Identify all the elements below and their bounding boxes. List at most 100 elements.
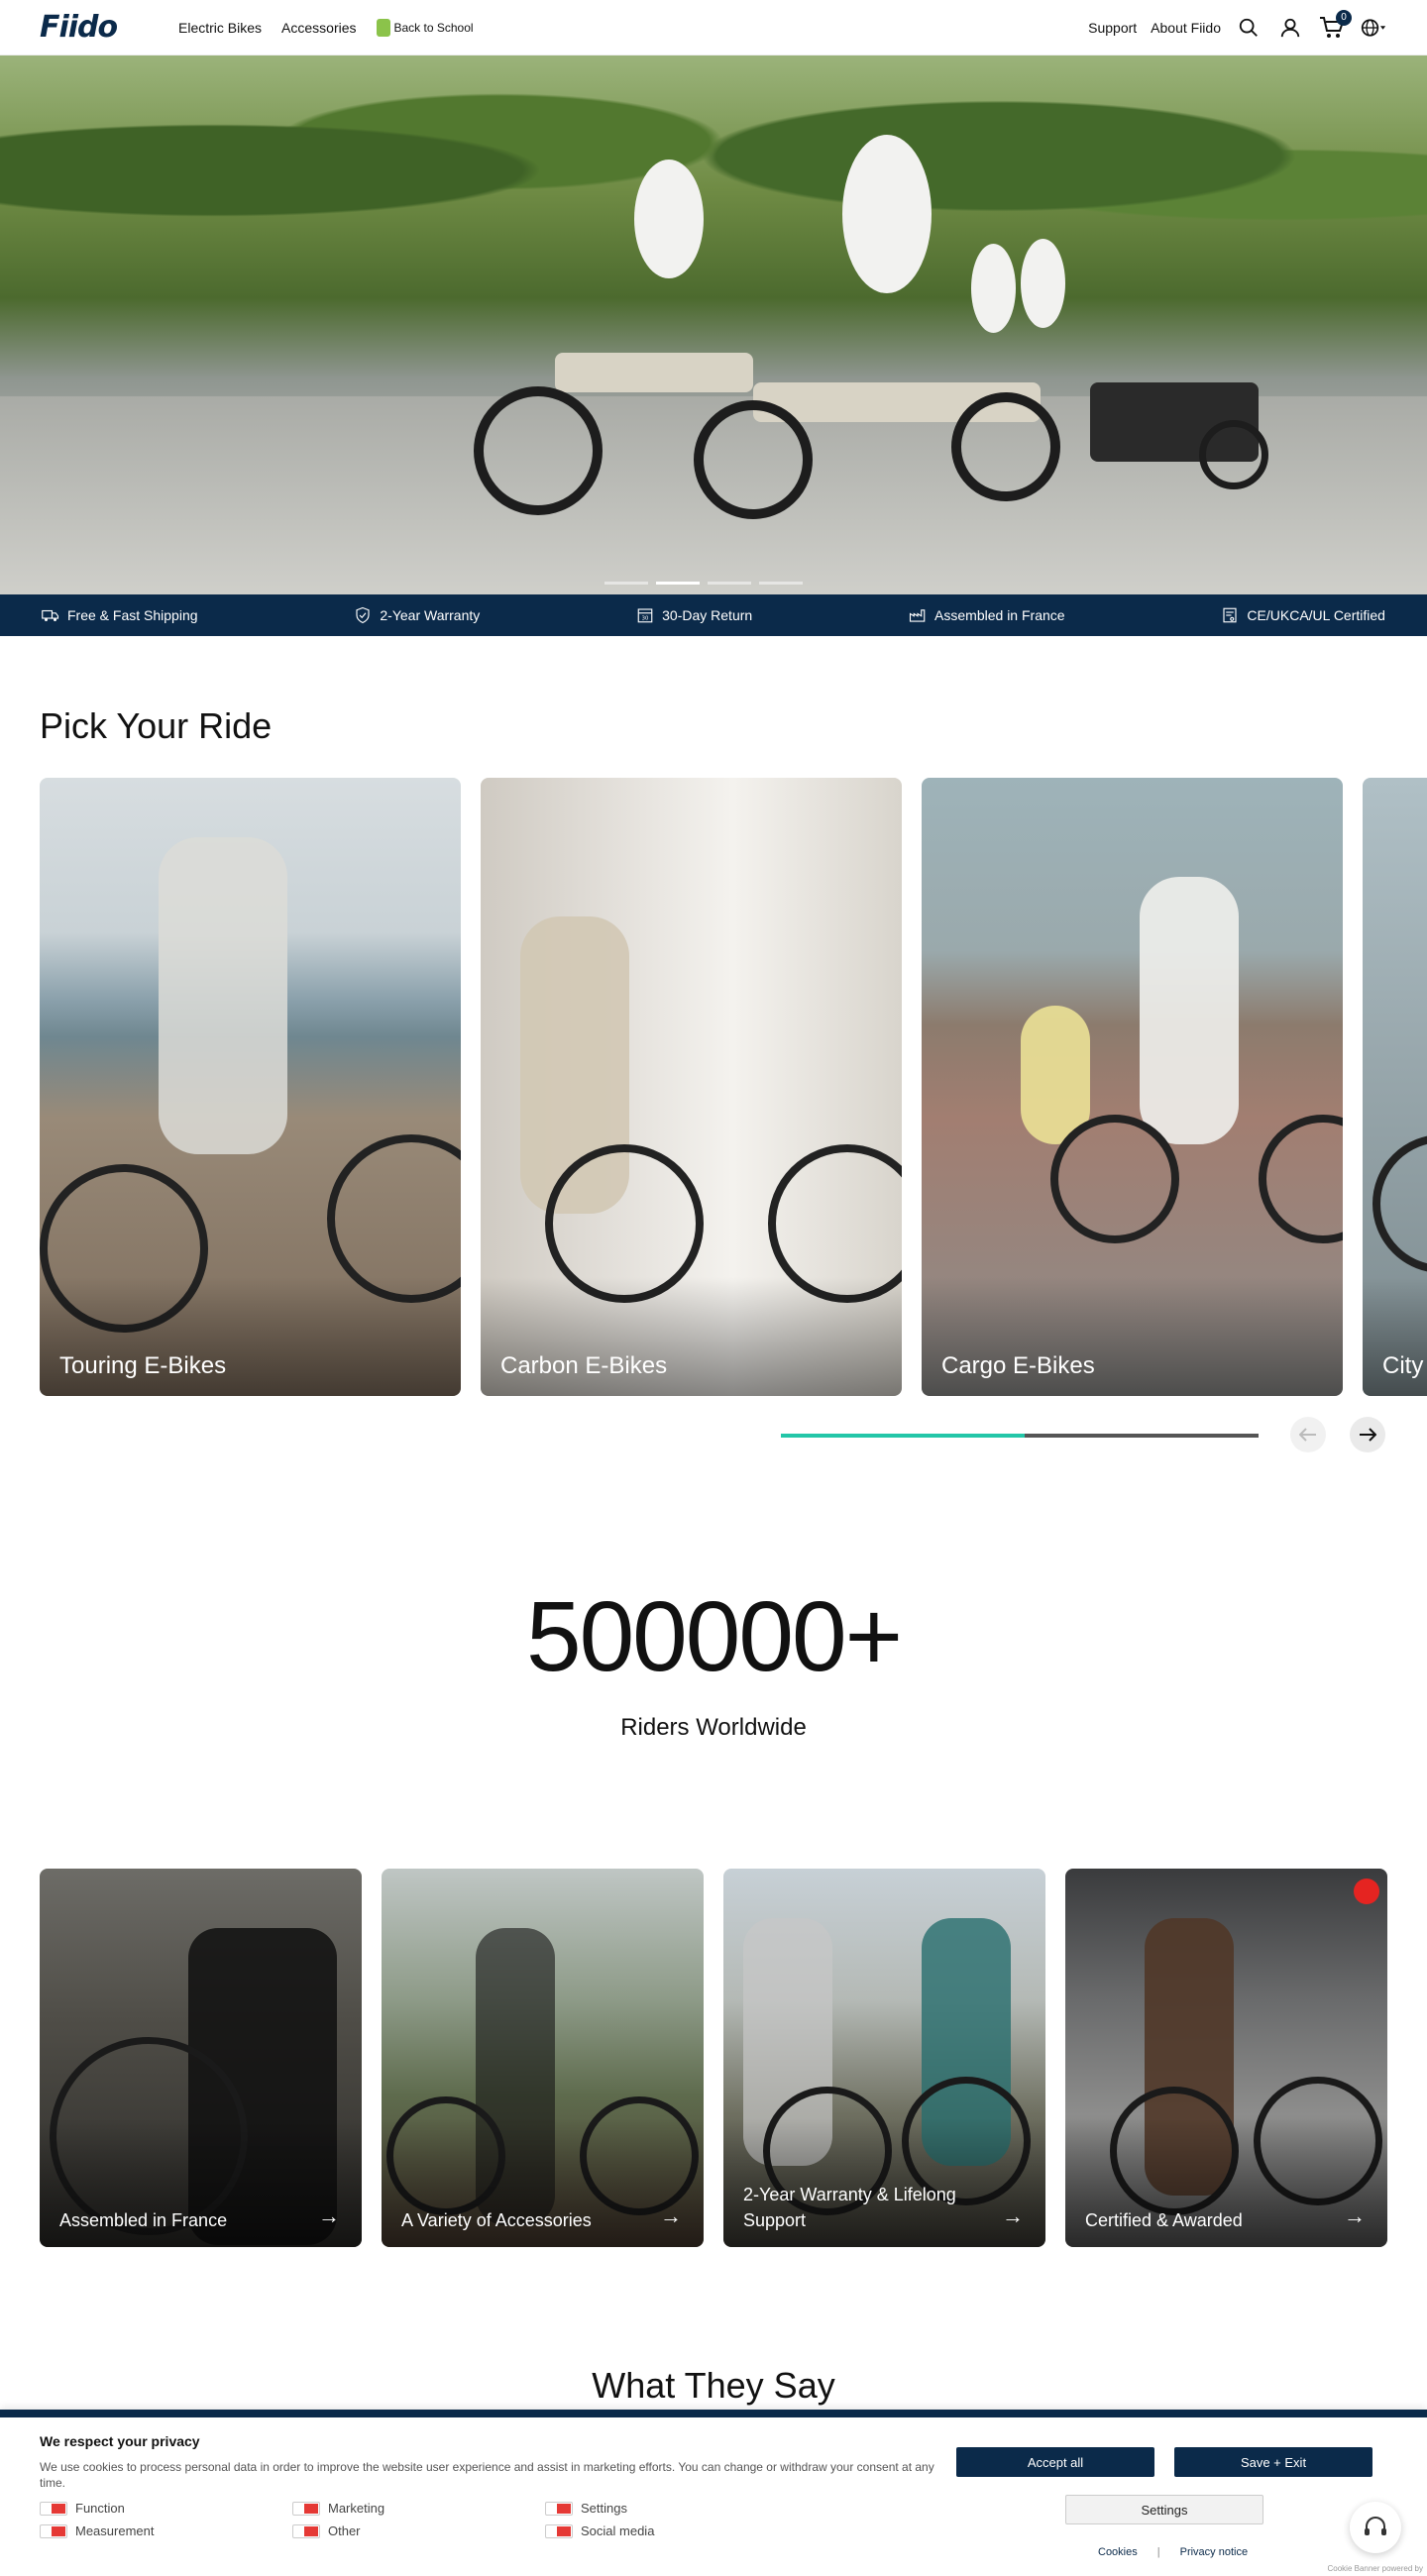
feature-return: 30 30-Day Return [636, 606, 752, 624]
carousel-prev-button[interactable] [1290, 1417, 1326, 1452]
hero-background-trees [0, 55, 1427, 343]
feature-assembled: Assembled in France [909, 606, 1065, 624]
rider-figure [1140, 877, 1239, 1144]
hero-rider-woman [634, 160, 704, 278]
carousel-progress-fill [781, 1434, 1025, 1438]
cookie-text: We use cookies to process personal data … [40, 2460, 934, 2490]
testimonials-title: What They Say [592, 2365, 835, 2406]
support-chat-button[interactable] [1350, 2502, 1401, 2553]
truck-icon [42, 609, 59, 621]
toggle-label: Marketing [328, 2501, 385, 2516]
value-card-certified[interactable]: Certified & Awarded → [1065, 1869, 1387, 2247]
ride-card-label: Carbon E-Bikes [500, 1352, 668, 1379]
ride-card-label: Cargo E-Bikes [941, 1352, 1095, 1379]
hero-banner[interactable] [0, 55, 1427, 594]
ride-carousel: Touring E-Bikes Carbon E-Bikes Cargo E-B… [40, 778, 1427, 1396]
cookie-banner: We respect your privacy We use cookies t… [0, 2410, 1427, 2576]
account-icon[interactable] [1276, 14, 1304, 42]
nav-support[interactable]: Support [1088, 20, 1137, 36]
slide-dot[interactable] [604, 582, 648, 585]
bike-wheel [1050, 1115, 1179, 1243]
cart-icon[interactable]: 0 [1318, 9, 1352, 42]
carousel-progress[interactable] [781, 1434, 1259, 1438]
ride-card-cargo[interactable]: Cargo E-Bikes [922, 778, 1343, 1396]
ride-card-touring[interactable]: Touring E-Bikes [40, 778, 461, 1396]
search-icon[interactable] [1235, 14, 1262, 42]
cookie-settings-button[interactable]: Settings [1065, 2495, 1263, 2524]
pick-your-ride-title: Pick Your Ride [40, 705, 273, 746]
red-dot-award-logo [1354, 1878, 1379, 1904]
cookies-link[interactable]: Cookies [1098, 2546, 1138, 2558]
toggle-switch[interactable] [545, 2501, 573, 2516]
headset-icon [1365, 2517, 1386, 2535]
cart-count-badge: 0 [1336, 9, 1352, 26]
arrow-left-icon [1299, 1428, 1316, 1442]
value-card-label: Assembled in France [59, 2210, 228, 2230]
ride-card-label: City [1382, 1352, 1424, 1379]
feature-label: CE/UKCA/UL Certified [1247, 607, 1385, 623]
toggle-other[interactable]: Other [292, 2523, 545, 2538]
svg-text:30: 30 [642, 616, 649, 622]
features-bar: Free & Fast Shipping 2-Year Warranty 30 … [0, 594, 1427, 636]
arrow-right-icon: → [318, 2203, 340, 2228]
feature-certified: CE/UKCA/UL Certified [1221, 606, 1385, 624]
ride-card-city[interactable]: City [1363, 778, 1427, 1396]
nav-accessories[interactable]: Accessories [281, 20, 356, 36]
feature-label: Assembled in France [934, 607, 1065, 623]
privacy-notice-link[interactable]: Privacy notice [1180, 2546, 1248, 2558]
bike-wheel [1259, 1115, 1343, 1243]
riders-label: Riders Worldwide [620, 1714, 807, 1741]
nav-about[interactable]: About Fiido [1151, 20, 1221, 36]
toggle-marketing[interactable]: Marketing [292, 2501, 545, 2516]
value-card-accessories[interactable]: A Variety of Accessories → [382, 1869, 704, 2247]
fiido-logo[interactable]: Fiido [40, 10, 168, 45]
main-nav: Electric Bikes Accessories Back to Schoo… [178, 18, 474, 37]
arrow-right-icon [1360, 1428, 1376, 1442]
arrow-right-icon: → [660, 2203, 682, 2228]
toggle-label: Settings [581, 2501, 627, 2516]
toggle-label: Social media [581, 2523, 655, 2538]
toggle-measurement[interactable]: Measurement [40, 2523, 292, 2538]
carousel-next-button[interactable] [1350, 1417, 1385, 1452]
toggle-settings[interactable]: Settings [545, 2501, 798, 2516]
hero-wheel [694, 400, 813, 519]
feature-warranty: 2-Year Warranty [354, 606, 480, 624]
back-to-school-label: Back to School [393, 20, 474, 35]
toggle-switch[interactable] [292, 2523, 320, 2538]
value-card-assembled[interactable]: Assembled in France → [40, 1869, 362, 2247]
utility-nav: Support About Fiido 0 [1088, 9, 1387, 42]
feature-label: Free & Fast Shipping [67, 607, 198, 623]
toggle-switch[interactable] [40, 2523, 67, 2538]
factory-icon [909, 609, 926, 622]
rider-figure [159, 837, 287, 1154]
hero-rider-man [842, 135, 932, 293]
site-header: Fiido Electric Bikes Accessories Back to… [0, 0, 1427, 55]
hero-child-1 [971, 244, 1016, 333]
cookie-powered-by: Cookie Banner powered by [1327, 2564, 1423, 2573]
shield-icon [356, 606, 370, 624]
nav-back-to-school[interactable]: Back to School [376, 18, 474, 37]
slide-dot[interactable] [759, 582, 803, 585]
feature-shipping: Free & Fast Shipping [42, 606, 198, 624]
certificate-icon [1223, 607, 1237, 623]
backpack-icon [376, 18, 390, 37]
hero-bike-1-frame [555, 353, 753, 392]
toggle-switch[interactable] [545, 2523, 573, 2538]
hero-slide-indicators [604, 582, 803, 585]
ride-card-carbon[interactable]: Carbon E-Bikes [481, 778, 902, 1396]
globe-icon[interactable] [1360, 14, 1387, 42]
toggle-switch[interactable] [40, 2501, 67, 2516]
value-card-warranty[interactable]: 2-Year Warranty & Lifelong Support → [723, 1869, 1045, 2247]
nav-electric-bikes[interactable]: Electric Bikes [178, 20, 262, 36]
accept-all-button[interactable]: Accept all [956, 2447, 1154, 2477]
toggle-social-media[interactable]: Social media [545, 2523, 798, 2538]
feature-label: 2-Year Warranty [380, 607, 481, 623]
hero-wheel [1199, 420, 1268, 489]
save-exit-button[interactable]: Save + Exit [1174, 2447, 1372, 2477]
riders-count: 500000+ [525, 1581, 903, 1692]
toggle-switch[interactable] [292, 2501, 320, 2516]
slide-dot[interactable] [708, 582, 751, 585]
feature-label: 30-Day Return [662, 607, 753, 623]
toggle-function[interactable]: Function [40, 2501, 292, 2516]
slide-dot[interactable] [656, 582, 700, 585]
